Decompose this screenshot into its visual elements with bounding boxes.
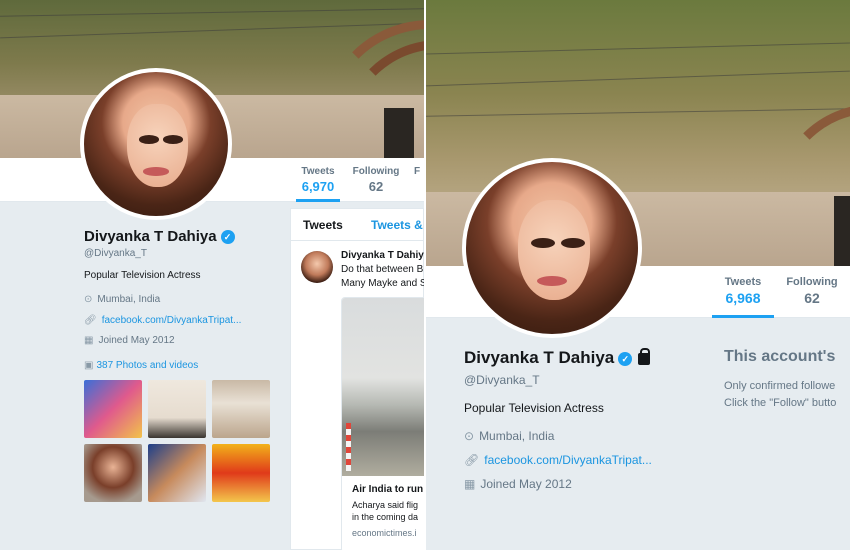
tweet-text-line: Do that between B bbox=[341, 264, 424, 275]
profile-bio: Popular Television Actress bbox=[464, 401, 604, 415]
tab-tweets-replies[interactable]: Tweets & bbox=[371, 218, 423, 232]
profile-joined: ▦ Joined May 2012 bbox=[84, 335, 175, 346]
calendar-icon: ▦ bbox=[84, 335, 94, 346]
photo-thumbnail[interactable] bbox=[84, 380, 142, 438]
profile-location: ⊙ Mumbai, India bbox=[84, 294, 160, 305]
photos-videos-link[interactable]: ▣ 387 Photos and videos bbox=[84, 360, 198, 371]
tweets-stat-label: Tweets bbox=[301, 166, 335, 177]
map-pin-icon: ⊙ bbox=[84, 294, 93, 305]
protected-account-title: This account's bbox=[724, 348, 836, 365]
profile-screenshot-right: Tweets 6,968 Following 62 Divyanka T Dah… bbox=[426, 0, 850, 550]
photo-thumbnail[interactable] bbox=[148, 380, 206, 438]
profile-joined-text: Joined May 2012 bbox=[98, 335, 175, 346]
profile-joined: ▦ Joined May 2012 bbox=[464, 477, 572, 491]
following-stat-value: 62 bbox=[368, 179, 384, 194]
card-tower-graphic bbox=[346, 423, 351, 471]
profile-avatar[interactable] bbox=[80, 68, 232, 220]
following-stat-value: 62 bbox=[804, 290, 820, 306]
tweets-stat[interactable]: Tweets 6,970 bbox=[296, 166, 340, 202]
profile-screenshot-left: Tweets 6,970 Following 62 F Divyanka T D… bbox=[0, 0, 424, 550]
profile-name-text: Divyanka T Dahiya bbox=[464, 348, 615, 367]
card-image bbox=[342, 298, 424, 476]
link-preview-card[interactable]: Air India to run Acharya said flig in th… bbox=[341, 297, 424, 550]
profile-joined-text: Joined May 2012 bbox=[480, 477, 572, 491]
following-stat-label: Following bbox=[786, 276, 838, 288]
profile-handle[interactable]: @Divyanka_T bbox=[464, 373, 540, 387]
photo-thumbnail[interactable] bbox=[84, 444, 142, 502]
timeline-tabs: Tweets Tweets & bbox=[291, 209, 423, 241]
verified-badge-icon: ✓ bbox=[220, 230, 235, 245]
tweets-stat-value: 6,968 bbox=[725, 290, 761, 306]
profile-avatar[interactable] bbox=[462, 158, 642, 338]
tweets-timeline: Tweets Tweets & Divyanka T Dahiya Do tha… bbox=[290, 208, 424, 550]
following-stat-label: Following bbox=[352, 166, 400, 177]
link-icon: 🔗︎ bbox=[464, 453, 480, 467]
lock-icon bbox=[638, 347, 651, 365]
photos-videos-link-text: 387 Photos and videos bbox=[96, 360, 199, 371]
following-stat[interactable]: Following 62 bbox=[784, 276, 840, 306]
photo-thumbnail[interactable] bbox=[212, 444, 270, 502]
card-description-line: in the coming da bbox=[352, 512, 419, 522]
map-pin-icon: ⊙ bbox=[464, 429, 475, 443]
photo-thumbnail[interactable] bbox=[148, 444, 206, 502]
photo-thumbnail[interactable] bbox=[212, 380, 270, 438]
calendar-icon: ▦ bbox=[464, 477, 476, 491]
profile-name[interactable]: Divyanka T Dahiya ✓ bbox=[84, 228, 235, 245]
profile-name-text: Divyanka T Dahiya bbox=[84, 228, 217, 245]
followers-stat[interactable]: F bbox=[414, 166, 424, 177]
profile-name[interactable]: Divyanka T Dahiya ✓ bbox=[464, 347, 651, 368]
following-stat[interactable]: Following 62 bbox=[352, 166, 400, 194]
protected-account-text: Click the "Follow" butto bbox=[724, 397, 837, 409]
profile-website[interactable]: 🔗︎ facebook.com/DivyankaTripat... bbox=[464, 453, 652, 467]
verified-badge-icon: ✓ bbox=[618, 351, 633, 366]
card-source: economictimes.i bbox=[352, 528, 417, 538]
tweets-stat[interactable]: Tweets 6,968 bbox=[712, 276, 774, 318]
profile-location: ⊙ Mumbai, India bbox=[464, 429, 554, 443]
tweet-author-name[interactable]: Divyanka T Dahiya bbox=[341, 250, 424, 261]
followers-stat-label: F bbox=[414, 166, 421, 177]
tweet-text-line: Many Mayke and S bbox=[341, 278, 424, 289]
card-title: Air India to run bbox=[352, 484, 424, 495]
profile-website-text: facebook.com/DivyankaTripat... bbox=[484, 453, 652, 467]
profile-location-text: Mumbai, India bbox=[97, 294, 161, 305]
tweets-stat-label: Tweets bbox=[724, 276, 762, 288]
image-icon: ▣ bbox=[84, 360, 94, 371]
profile-website-text: facebook.com/DivyankaTripat... bbox=[101, 315, 242, 326]
profile-handle[interactable]: @Divyanka_T bbox=[84, 248, 147, 259]
card-description-line: Acharya said flig bbox=[352, 500, 419, 510]
tab-tweets[interactable]: Tweets bbox=[303, 218, 343, 232]
profile-website[interactable]: 🔗︎ facebook.com/DivyankaTripat... bbox=[84, 315, 241, 326]
tweet-author-avatar[interactable] bbox=[301, 251, 333, 283]
profile-location-text: Mumbai, India bbox=[479, 429, 555, 443]
link-icon: 🔗︎ bbox=[84, 315, 97, 326]
protected-account-text: Only confirmed followe bbox=[724, 380, 836, 392]
profile-bio: Popular Television Actress bbox=[84, 270, 201, 281]
tweets-stat-value: 6,970 bbox=[301, 179, 335, 194]
